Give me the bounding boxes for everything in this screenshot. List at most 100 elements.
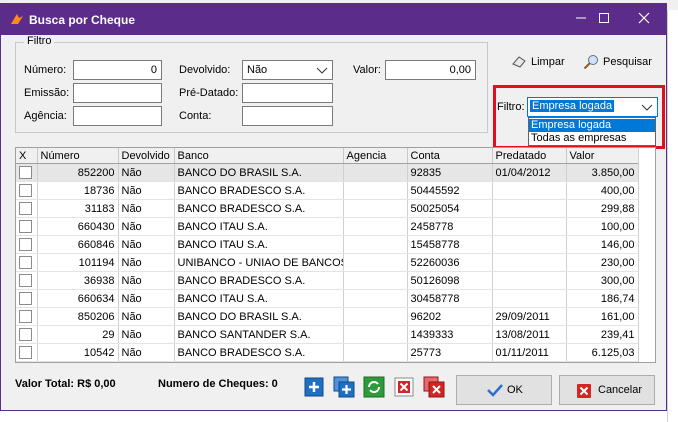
emissao-input[interactable]: [73, 83, 162, 103]
cell-valor: 161,00: [566, 307, 639, 326]
eraser-icon: [512, 56, 526, 68]
table-row[interactable]: 29 Não BANCO SANTANDER S.A. 1439333 13/08/20…: [16, 325, 639, 344]
cell-devolvido: Não: [118, 181, 175, 200]
col-devolvido[interactable]: Devolvido: [118, 148, 175, 164]
agencia-label: Agência:: [24, 110, 67, 122]
row-checkbox[interactable]: [19, 220, 32, 233]
filtro-empresa-value: Empresa logada: [530, 100, 615, 112]
conta-label: Conta:: [179, 110, 212, 122]
row-checkbox[interactable]: [19, 202, 32, 215]
table-row[interactable]: 10542 Não BANCO BRADESCO S.A. 25773 01/11/20…: [16, 343, 639, 362]
cell-banco: BANCO BRADESCO S.A.: [174, 181, 344, 200]
option-todas-empresas[interactable]: Todas as empresas: [529, 132, 655, 145]
bird-logo-icon: [11, 14, 23, 24]
cheques-grid[interactable]: X Número Devolvido Banco Agencia Conta P…: [15, 147, 656, 363]
cell-numero: 101194: [37, 253, 119, 272]
cell-numero: 852200: [37, 163, 119, 182]
cell-banco: BANCO DO BRASIL S.A.: [174, 163, 344, 182]
col-valor[interactable]: Valor: [566, 148, 639, 164]
cancelar-button[interactable]: Cancelar: [559, 375, 655, 405]
maximize-button[interactable]: [581, 4, 627, 35]
cell-conta: 30458778: [407, 289, 493, 308]
table-row[interactable]: 36938 Não BANCO BRADESCO S.A. 50126098 300,0…: [16, 271, 639, 290]
cell-banco: BANCO BRADESCO S.A.: [174, 343, 344, 362]
delete-icon[interactable]: [393, 376, 415, 398]
cell-predatado: [492, 181, 567, 200]
refresh-icon[interactable]: [363, 376, 385, 398]
conta-input[interactable]: [242, 106, 333, 126]
row-checkbox[interactable]: [19, 184, 32, 197]
filtro-empresa-select[interactable]: Empresa logada: [527, 97, 658, 117]
cell-predatado: [492, 271, 567, 290]
row-checkbox[interactable]: [19, 274, 32, 287]
cell-agencia: [343, 289, 408, 308]
cell-conta: 15458778: [407, 235, 493, 254]
cell-devolvido: Não: [118, 217, 175, 236]
emissao-label: Emissão:: [24, 87, 70, 99]
col-banco[interactable]: Banco: [174, 148, 344, 164]
cell-agencia: [343, 271, 408, 290]
chevron-down-icon: [316, 67, 328, 74]
checkmark-icon: [487, 384, 503, 397]
cell-devolvido: Não: [118, 235, 175, 254]
cell-predatado: 01/04/2012: [492, 163, 567, 182]
row-checkbox[interactable]: [19, 328, 32, 341]
row-checkbox[interactable]: [19, 256, 32, 269]
predatado-input[interactable]: [242, 83, 333, 103]
add-icon[interactable]: [303, 376, 325, 398]
numero-cheques-label: Numero de Cheques: 0: [158, 378, 278, 390]
pesquisar-button[interactable]: Pesquisar: [583, 52, 653, 72]
row-checkbox[interactable]: [19, 238, 32, 251]
agencia-input[interactable]: [73, 106, 162, 126]
col-x[interactable]: X: [16, 148, 38, 164]
row-checkbox[interactable]: [19, 166, 32, 179]
table-row[interactable]: 660846 Não BANCO ITAU S.A. 15458778 146,00: [16, 235, 639, 254]
cell-banco: UNIBANCO - UNIAO DE BANCOS B: [174, 253, 344, 272]
limpar-button[interactable]: Limpar: [511, 52, 571, 72]
cell-predatado: 29/09/2011: [492, 307, 567, 326]
col-predatado[interactable]: Predatado: [492, 148, 567, 164]
col-agencia[interactable]: Agencia: [343, 148, 408, 164]
magnifier-icon: [583, 55, 598, 70]
add-multiple-icon[interactable]: [333, 376, 355, 398]
chevron-down-icon: [641, 104, 653, 111]
busca-cheque-dialog: Busca por Cheque Filtro Número: 0 Emissã…: [0, 3, 667, 411]
table-row[interactable]: 18736 Não BANCO BRADESCO S.A. 50445592 400,0…: [16, 181, 639, 200]
valor-label: Valor:: [353, 64, 381, 76]
row-checkbox[interactable]: [19, 346, 32, 359]
table-row[interactable]: 850206 Não BANCO DO BRASIL S.A. 96202 29/09/…: [16, 307, 639, 326]
cell-banco: BANCO BRADESCO S.A.: [174, 199, 344, 218]
table-row[interactable]: 31183 Não BANCO BRADESCO S.A. 50025054 299,8…: [16, 199, 639, 218]
valor-total-label: Valor Total: R$ 0,00: [15, 378, 116, 390]
ok-button[interactable]: OK: [456, 375, 552, 405]
numero-input[interactable]: 0: [73, 60, 162, 80]
cell-agencia: [343, 217, 408, 236]
cell-agencia: [343, 343, 408, 362]
cell-devolvido: Não: [118, 199, 175, 218]
cell-devolvido: Não: [118, 163, 175, 182]
row-checkbox[interactable]: [19, 292, 32, 305]
table-row[interactable]: 660430 Não BANCO ITAU S.A. 2458778 100,00: [16, 217, 639, 236]
filter-legend: Filtro: [24, 35, 55, 47]
cell-conta: 52260036: [407, 253, 493, 272]
table-row[interactable]: 101194 Não UNIBANCO - UNIAO DE BANCOS B 522…: [16, 253, 639, 272]
col-conta[interactable]: Conta: [407, 148, 493, 164]
table-row[interactable]: 660634 Não BANCO ITAU S.A. 30458778 186,74: [16, 289, 639, 308]
cell-agencia: [343, 325, 408, 344]
close-button[interactable]: [623, 4, 665, 35]
option-empresa-logada[interactable]: Empresa logada: [529, 119, 655, 132]
cell-valor: 3.850,00: [566, 163, 639, 182]
cell-numero: 29: [37, 325, 119, 344]
valor-input[interactable]: 0,00: [385, 60, 476, 80]
devolvido-value: Não: [247, 64, 268, 76]
row-checkbox[interactable]: [19, 310, 32, 323]
cell-check: [16, 253, 38, 272]
delete-multiple-icon[interactable]: [423, 376, 445, 398]
window-title: Busca por Cheque: [29, 13, 136, 27]
table-row[interactable]: 852200 Não BANCO DO BRASIL S.A. 92835 01/04/…: [16, 163, 639, 182]
col-numero[interactable]: Número: [37, 148, 119, 164]
cell-valor: 300,00: [566, 271, 639, 290]
devolvido-select[interactable]: Não: [242, 60, 333, 80]
cell-conta: 96202: [407, 307, 493, 326]
cell-agencia: [343, 235, 408, 254]
